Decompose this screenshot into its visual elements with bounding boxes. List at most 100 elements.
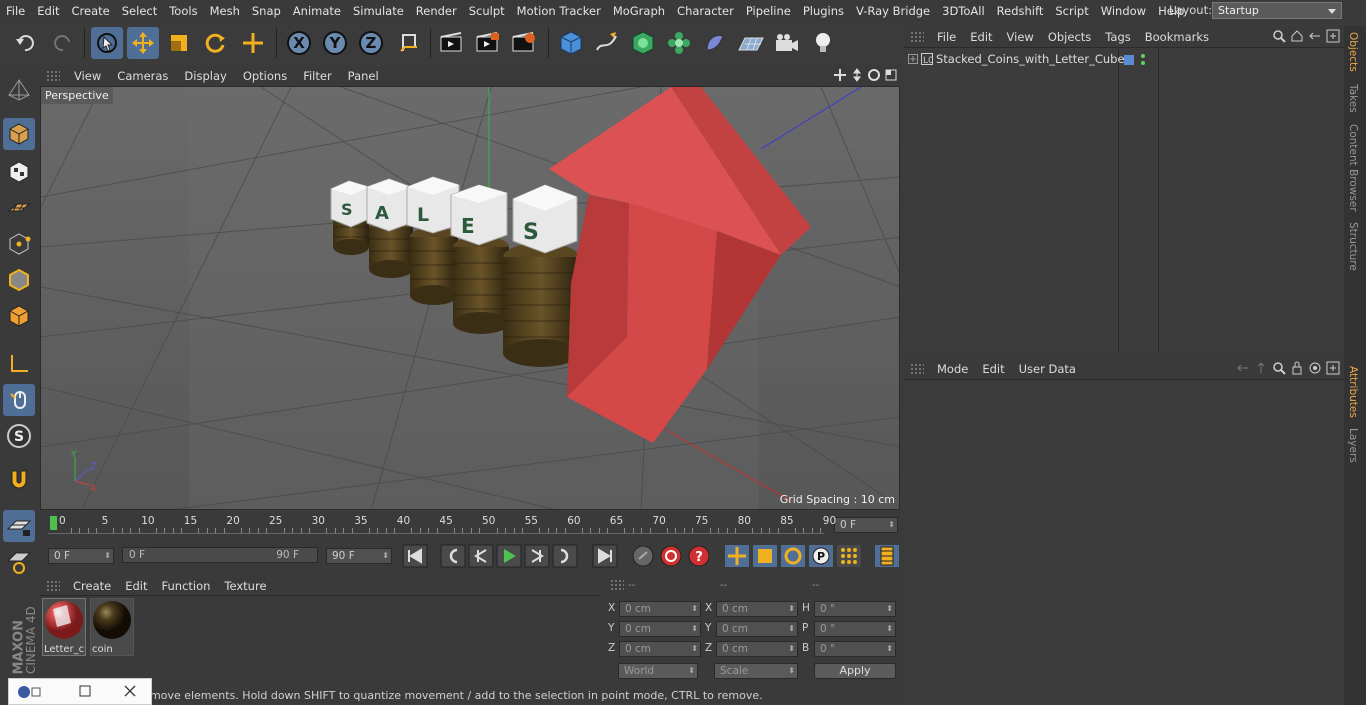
key-pla-icon[interactable] xyxy=(836,544,862,571)
planar-workplane-icon[interactable] xyxy=(3,546,35,578)
timeline-playhead[interactable] xyxy=(50,516,57,530)
move-tool-icon[interactable] xyxy=(127,27,159,59)
object-menu-view[interactable]: View xyxy=(1000,30,1041,44)
snap-magnet-icon[interactable] xyxy=(3,464,35,496)
position-field[interactable]: 0 cm xyxy=(619,601,701,617)
redo-icon[interactable] xyxy=(46,27,78,59)
object-menu-tags[interactable]: Tags xyxy=(1098,30,1137,44)
key-position-icon[interactable] xyxy=(724,544,750,571)
rotation-field[interactable]: 0 ° xyxy=(814,601,896,617)
attribute-menu-user-data[interactable]: User Data xyxy=(1012,362,1083,376)
tab-attributes[interactable]: Attributes xyxy=(1347,366,1359,418)
prev-frame-icon[interactable] xyxy=(468,544,494,571)
viewport-menu-display[interactable]: Display xyxy=(176,69,234,83)
goto-prev-key-icon[interactable] xyxy=(440,544,466,571)
tab-structure[interactable]: Structure xyxy=(1347,222,1359,271)
viewport-menu-options[interactable]: Options xyxy=(235,69,295,83)
goto-next-key-icon[interactable] xyxy=(552,544,578,571)
size-field[interactable]: 0 cm xyxy=(716,641,798,657)
workplane-lock-icon[interactable] xyxy=(3,510,35,542)
solo-mode-icon[interactable]: S xyxy=(3,420,35,452)
layout-dropdown[interactable]: Startup xyxy=(1212,2,1342,19)
x-axis-icon[interactable]: X xyxy=(283,27,315,59)
mograph-cloner-icon[interactable] xyxy=(663,27,695,59)
back-icon[interactable] xyxy=(1308,29,1322,43)
search-icon[interactable] xyxy=(1272,361,1286,375)
object-menu-objects[interactable]: Objects xyxy=(1041,30,1098,44)
material-menu-texture[interactable]: Texture xyxy=(217,579,273,593)
viewport-move-icon[interactable] xyxy=(833,68,847,82)
key-parameter-icon[interactable]: P xyxy=(808,544,834,571)
menu-select[interactable]: Select xyxy=(116,4,163,18)
up-arrow-icon[interactable] xyxy=(1254,361,1268,375)
size-field[interactable]: 0 cm xyxy=(716,621,798,637)
panel-grip[interactable] xyxy=(46,70,60,82)
pen-spline-icon[interactable] xyxy=(591,27,623,59)
tab-takes[interactable]: Takes xyxy=(1347,84,1359,113)
tab-objects[interactable]: Objects xyxy=(1347,32,1359,72)
menu-render[interactable]: Render xyxy=(410,4,463,18)
cube-icon[interactable] xyxy=(555,27,587,59)
scale-mode-dropdown[interactable]: Scale xyxy=(714,663,798,679)
attribute-menu-edit[interactable]: Edit xyxy=(975,362,1011,376)
current-frame-field[interactable]: 0 F xyxy=(834,517,898,533)
3d-viewport[interactable]: S A L E S Y Z X Perspective Grid Spacing… xyxy=(40,86,900,510)
viewport-maximize-icon[interactable] xyxy=(884,68,898,82)
menu-create[interactable]: Create xyxy=(66,4,116,18)
floor-environment-icon[interactable] xyxy=(735,27,767,59)
menu-vray-bridge[interactable]: V-Ray Bridge xyxy=(850,4,936,18)
menu-redshift[interactable]: Redshift xyxy=(991,4,1050,18)
material-swatch[interactable]: Letter_cu xyxy=(42,598,86,656)
search-icon[interactable] xyxy=(1272,29,1286,43)
coordinate-mode-dropdown[interactable]: World xyxy=(618,663,698,679)
camera-icon[interactable] xyxy=(771,27,803,59)
viewport-menu-filter[interactable]: Filter xyxy=(295,69,339,83)
menu-edit[interactable]: Edit xyxy=(31,4,65,18)
viewport-menu-view[interactable]: View xyxy=(66,69,109,83)
autokey-icon[interactable] xyxy=(658,544,684,571)
object-row[interactable]: L0 Stacked_Coins_with_Letter_Cubes xyxy=(908,52,1131,66)
key-scale-icon[interactable] xyxy=(752,544,778,571)
key-rotation-icon[interactable] xyxy=(780,544,806,571)
render-settings-icon[interactable] xyxy=(508,27,540,59)
subdivision-surface-icon[interactable] xyxy=(627,27,659,59)
material-menu-function[interactable]: Function xyxy=(155,579,218,593)
goto-end-icon[interactable] xyxy=(592,544,618,571)
goto-start-icon[interactable] xyxy=(402,544,428,571)
axis-mode-icon[interactable] xyxy=(3,348,35,380)
home-icon[interactable] xyxy=(1290,29,1304,43)
render-picture-viewer-icon[interactable] xyxy=(472,27,504,59)
object-menu-edit[interactable]: Edit xyxy=(963,30,999,44)
close-icon[interactable] xyxy=(123,684,137,698)
panel-grip[interactable] xyxy=(46,579,60,592)
panel-grip[interactable] xyxy=(910,30,924,43)
new-panel-icon[interactable] xyxy=(1326,361,1340,375)
timeline[interactable]: 0 F 0 5 10 15 20 25 30 35 40 45 50 55 60 65 70 75 80 85 90 xyxy=(40,512,900,536)
viewport-zoom-icon[interactable] xyxy=(850,68,864,82)
light-icon[interactable] xyxy=(807,27,839,59)
undo-icon[interactable] xyxy=(10,27,42,59)
polygons-mode-icon[interactable] xyxy=(3,300,35,332)
menu-mograph[interactable]: MoGraph xyxy=(607,4,671,18)
rotation-field[interactable]: 0 ° xyxy=(814,641,896,657)
edges-mode-icon[interactable] xyxy=(3,264,35,296)
maximize-icon[interactable] xyxy=(79,685,91,697)
panel-grip[interactable] xyxy=(610,579,624,591)
layer-color-icon[interactable] xyxy=(1124,55,1134,65)
tweak-mode-icon[interactable] xyxy=(3,384,35,416)
menu-character[interactable]: Character xyxy=(671,4,740,18)
points-mode-icon[interactable] xyxy=(3,228,35,260)
material-swatch[interactable]: coin xyxy=(90,598,134,656)
position-field[interactable]: 0 cm xyxy=(619,641,701,657)
viewport-menu-panel[interactable]: Panel xyxy=(340,69,387,83)
menu-sculpt[interactable]: Sculpt xyxy=(463,4,511,18)
start-frame-field[interactable]: 0 F xyxy=(48,548,114,564)
rotate-tool-icon[interactable] xyxy=(199,27,231,59)
object-menu-bookmarks[interactable]: Bookmarks xyxy=(1138,30,1216,44)
minimized-window[interactable] xyxy=(8,678,152,705)
z-axis-icon[interactable]: Z xyxy=(355,27,387,59)
menu-script[interactable]: Script xyxy=(1049,4,1094,18)
attribute-menu-mode[interactable]: Mode xyxy=(930,362,975,376)
apply-button[interactable]: Apply xyxy=(814,663,896,679)
frame-range-slider[interactable]: 0 F 90 F xyxy=(122,547,318,563)
